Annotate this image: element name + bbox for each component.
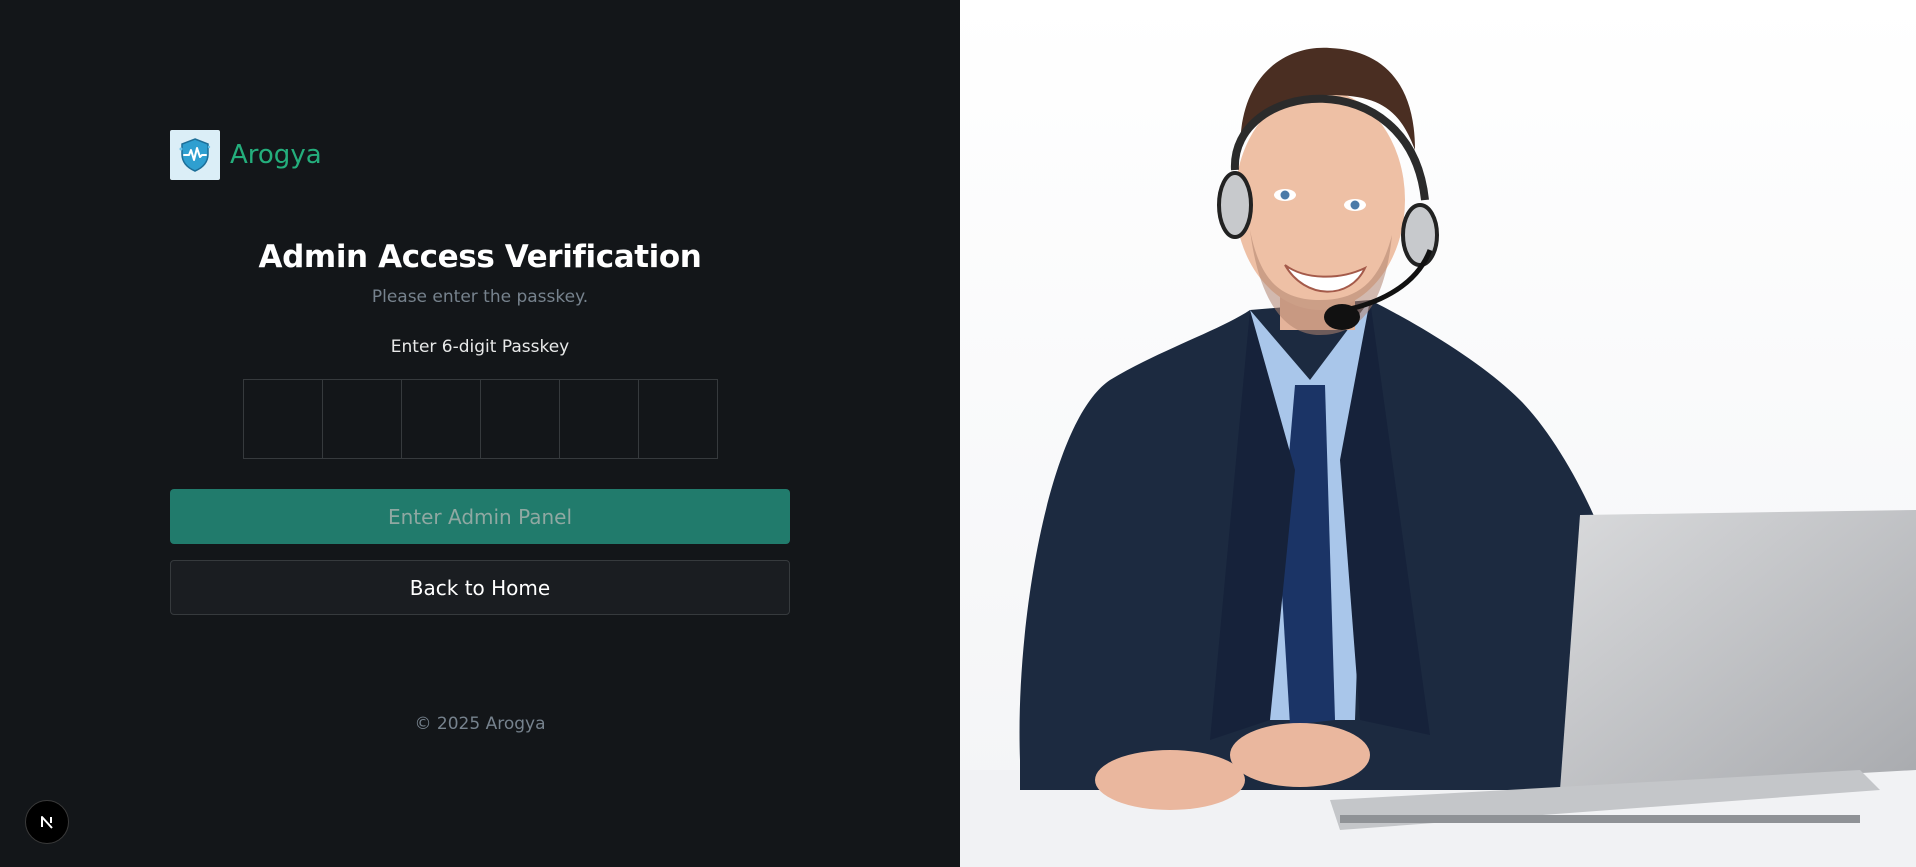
left-panel: Arogya Admin Access Verification Please …	[0, 0, 960, 867]
n-logo-icon	[41, 816, 53, 829]
otp-label: Enter 6-digit Passkey	[390, 337, 570, 357]
enter-admin-panel-button[interactable]: Enter Admin Panel	[170, 489, 790, 544]
brand-name: Arogya	[230, 140, 322, 170]
otp-slot-2[interactable]	[322, 379, 402, 459]
shield-heartbeat-icon	[170, 130, 220, 180]
otp-slot-6[interactable]	[638, 379, 718, 459]
otp-slot-1[interactable]	[243, 379, 323, 459]
copyright: © 2025 Arogya	[414, 714, 546, 734]
page-title: Admin Access Verification	[258, 239, 702, 275]
back-to-home-button[interactable]: Back to Home	[170, 560, 790, 615]
support-agent-photo	[960, 0, 1916, 867]
otp-input-group	[243, 379, 718, 459]
brand[interactable]: Arogya	[170, 130, 322, 180]
hero-image	[960, 0, 1916, 867]
page: Arogya Admin Access Verification Please …	[0, 0, 1916, 867]
otp-slot-5[interactable]	[559, 379, 639, 459]
nextjs-dev-badge[interactable]	[25, 800, 69, 844]
verification-form: Admin Access Verification Please enter t…	[170, 235, 790, 615]
otp-slot-4[interactable]	[480, 379, 560, 459]
page-subtitle: Please enter the passkey.	[371, 287, 589, 307]
otp-slot-3[interactable]	[401, 379, 481, 459]
